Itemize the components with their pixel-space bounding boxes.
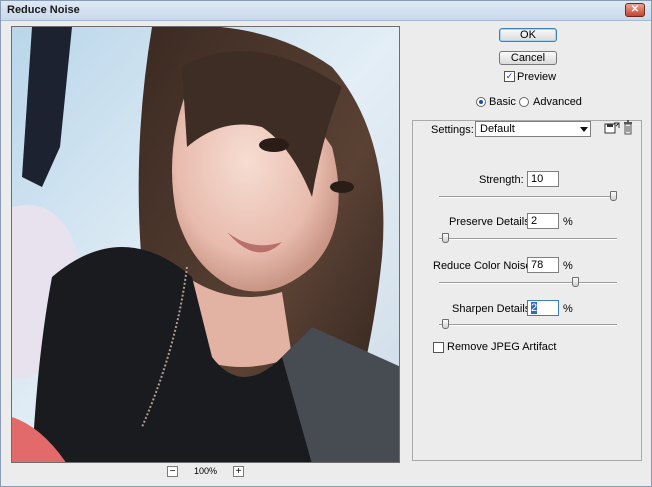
zoom-level: 100%: [194, 466, 218, 476]
preserve-details-unit: %: [563, 216, 573, 228]
delete-settings-icon[interactable]: [623, 120, 633, 135]
strength-label: Strength:: [479, 174, 524, 186]
zoom-out-button[interactable]: −: [167, 466, 178, 477]
sharpen-details-slider[interactable]: [439, 319, 617, 330]
window-title: Reduce Noise: [7, 4, 80, 16]
strength-slider-track: [439, 196, 617, 198]
zoom-controls: − 100% +: [167, 466, 247, 480]
reduce-color-noise-slider[interactable]: [439, 277, 617, 288]
sharpen-details-value: 2: [531, 302, 538, 314]
close-button[interactable]: ✕: [625, 3, 645, 17]
title-bar: Reduce Noise ✕: [1, 1, 651, 21]
reduce-color-noise-slider-thumb[interactable]: [572, 277, 579, 287]
reduce-color-noise-unit: %: [563, 260, 573, 272]
settings-dropdown[interactable]: Default: [475, 121, 591, 137]
reduce-noise-dialog: Reduce Noise ✕ − 100% + OK Cancel ✓ Prev…: [0, 0, 652, 487]
sharpen-details-input[interactable]: 2: [527, 300, 559, 316]
preview-image[interactable]: [11, 26, 400, 463]
settings-label: Settings:: [431, 124, 474, 136]
preserve-details-slider[interactable]: [439, 233, 617, 244]
sharpen-details-slider-track: [439, 324, 617, 326]
preserve-details-label: Preserve Details:: [449, 216, 533, 228]
remove-jpeg-artifact-checkbox[interactable]: [433, 342, 444, 353]
preserve-details-slider-thumb[interactable]: [442, 233, 449, 243]
preserve-details-slider-track: [439, 238, 617, 240]
strength-slider-thumb[interactable]: [610, 191, 617, 201]
reduce-color-noise-slider-track: [439, 282, 617, 284]
reduce-color-noise-input[interactable]: 78: [527, 257, 559, 273]
reduce-color-noise-label: Reduce Color Noise:: [433, 260, 535, 272]
basic-radio[interactable]: [476, 97, 486, 107]
cancel-button[interactable]: Cancel: [499, 51, 557, 65]
save-settings-icon[interactable]: [604, 121, 620, 135]
advanced-radio[interactable]: [519, 97, 529, 107]
zoom-in-button[interactable]: +: [233, 466, 244, 477]
remove-jpeg-artifact-label: Remove JPEG Artifact: [447, 341, 557, 353]
preview-photo: [12, 27, 399, 462]
chevron-down-icon: [580, 127, 588, 132]
strength-slider[interactable]: [439, 191, 617, 202]
strength-input[interactable]: 10: [527, 171, 559, 187]
sharpen-details-unit: %: [563, 303, 573, 315]
ok-button[interactable]: OK: [499, 28, 557, 42]
settings-value: Default: [480, 123, 515, 135]
basic-label: Basic: [489, 96, 516, 108]
sharpen-details-label: Sharpen Details:: [452, 303, 534, 315]
preview-label: Preview: [517, 71, 557, 83]
preview-checkbox[interactable]: ✓: [504, 71, 515, 82]
preserve-details-input[interactable]: 2: [527, 213, 559, 229]
sharpen-details-slider-thumb[interactable]: [442, 319, 449, 329]
advanced-label: Advanced: [533, 96, 582, 108]
